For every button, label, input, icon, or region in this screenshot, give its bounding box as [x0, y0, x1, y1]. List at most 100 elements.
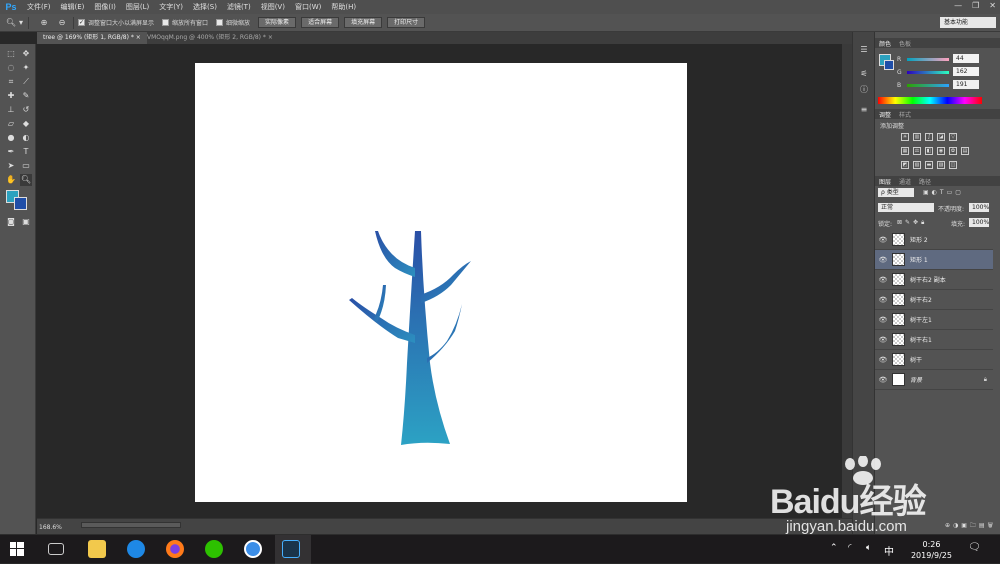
fit-screen-button[interactable]: 适合屏幕 — [301, 17, 340, 28]
zoom-out-icon[interactable]: ⊖ — [55, 17, 69, 29]
layer-row[interactable]: 👁︎ 树干右1 — [875, 330, 993, 350]
brush-icon[interactable]: ✎ — [20, 90, 32, 102]
wifi-icon[interactable]: ◜ — [848, 543, 852, 553]
layer-row-selected[interactable]: 👁︎ 矩形 1 — [875, 250, 993, 270]
lasso-icon[interactable]: ◌ — [5, 62, 17, 74]
layer-row[interactable]: 👁︎ 树干 — [875, 350, 993, 370]
menu-image[interactable]: 图像(I) — [89, 2, 121, 12]
b-slider[interactable] — [907, 84, 949, 87]
tab-paths[interactable]: 路径 — [915, 177, 935, 186]
invert-icon[interactable]: ◩ — [901, 161, 909, 169]
task-view-icon[interactable] — [48, 543, 64, 555]
tab-color[interactable]: 颜色 — [875, 39, 895, 48]
menu-file[interactable]: 文件(F) — [22, 2, 56, 12]
path-select-icon[interactable]: ➤ — [5, 160, 17, 172]
info-icon[interactable]: ⓘ — [858, 84, 870, 96]
minimize-icon[interactable]: — — [954, 1, 962, 10]
chevron-up-icon[interactable]: ⌃ — [830, 543, 838, 553]
healing-brush-icon[interactable]: ✚ — [5, 90, 17, 102]
menu-view[interactable]: 视图(V) — [256, 2, 290, 12]
selective-color-icon[interactable]: ◫ — [949, 161, 957, 169]
layer-row[interactable]: 👁︎ 树干左1 — [875, 310, 993, 330]
layer-filter-select[interactable]: ρ 类型 — [878, 188, 914, 197]
layer-row[interactable]: 👁︎ 树干右2 — [875, 290, 993, 310]
paint-bucket-icon[interactable]: ◆ — [20, 118, 32, 130]
wechat-icon[interactable] — [205, 540, 223, 558]
magic-wand-icon[interactable]: ✦ — [20, 62, 32, 74]
print-size-button[interactable]: 打印尺寸 — [387, 17, 426, 28]
eye-icon[interactable]: 👁︎ — [877, 276, 889, 284]
menu-layer[interactable]: 图层(L) — [121, 2, 154, 12]
notification-icon[interactable]: 🗨︎ — [968, 542, 981, 553]
zoom-icon[interactable]: 🔍︎ — [20, 174, 32, 186]
speaker-icon[interactable]: 🔈︎ — [866, 543, 871, 553]
r-slider[interactable] — [907, 58, 949, 61]
r-value-field[interactable]: 44 — [953, 54, 979, 63]
menu-select[interactable]: 选择(S) — [188, 2, 222, 12]
color-spectrum-bar[interactable] — [878, 97, 982, 104]
bg-color-chip[interactable] — [884, 60, 894, 70]
layer-footer-icons[interactable]: ⊕◑▣🗀▤🗑 — [945, 521, 996, 531]
eye-icon[interactable]: 👁︎ — [877, 236, 889, 244]
eye-icon[interactable]: 👁︎ — [877, 336, 889, 344]
actual-pixels-button[interactable]: 实际像素 — [258, 17, 297, 28]
close-icon[interactable]: × — [268, 34, 273, 41]
curves-icon[interactable]: ∫ — [925, 133, 933, 141]
blur-icon[interactable]: ● — [5, 132, 17, 144]
history-brush-icon[interactable]: ↺ — [20, 104, 32, 116]
vertical-scrollbar[interactable] — [842, 44, 852, 518]
eye-icon[interactable]: 👁︎ — [877, 356, 889, 364]
eye-icon[interactable]: 👁︎ — [877, 296, 889, 304]
channel-mixer-icon[interactable]: ✿ — [949, 147, 957, 155]
tab-channels[interactable]: 通道 — [895, 177, 915, 186]
maximize-icon[interactable]: ❐ — [972, 1, 979, 10]
brightness-icon[interactable]: ☀ — [901, 133, 909, 141]
layer-row[interactable]: 👁︎ 矩形 2 — [875, 230, 993, 250]
eyedropper-icon[interactable]: ⟋ — [20, 76, 32, 88]
pen-icon[interactable]: ✒ — [5, 146, 17, 158]
screen-mode-icon[interactable]: ▣ — [20, 216, 32, 228]
move-icon[interactable]: ✥ — [20, 48, 32, 60]
eye-icon[interactable]: 👁︎ — [877, 376, 889, 384]
g-slider[interactable] — [907, 71, 949, 74]
eye-icon[interactable]: 👁︎ — [877, 316, 889, 324]
crop-icon[interactable]: ⌗ — [5, 76, 17, 88]
color-lookup-icon[interactable]: ▤ — [961, 147, 969, 155]
properties-icon[interactable]: ⚟ — [858, 68, 870, 80]
document-canvas[interactable] — [195, 63, 687, 502]
file-explorer-icon[interactable] — [88, 540, 106, 558]
opacity-field[interactable]: 100% — [969, 203, 989, 212]
eye-icon[interactable]: 👁︎ — [877, 256, 889, 264]
quick-mask-icon[interactable]: ◙ — [5, 216, 17, 228]
zoom-all-checkbox[interactable]: 缩放所有窗口 — [162, 18, 208, 27]
close-icon[interactable]: ✕ — [989, 1, 996, 10]
tab-layers[interactable]: 图层 — [875, 177, 895, 186]
black-white-icon[interactable]: ◧ — [925, 147, 933, 155]
photo-filter-icon[interactable]: ◉ — [937, 147, 945, 155]
b-value-field[interactable]: 191 — [953, 80, 979, 89]
horizontal-scrollbar[interactable] — [81, 522, 181, 528]
background-color-swatch[interactable] — [14, 197, 27, 210]
g-value-field[interactable]: 162 — [953, 67, 979, 76]
history-icon[interactable]: ☰ — [858, 44, 870, 56]
layer-row[interactable]: 👁︎ 树干右2 副本 — [875, 270, 993, 290]
menu-window[interactable]: 窗口(W) — [290, 2, 326, 12]
eraser-icon[interactable]: ▱ — [5, 118, 17, 130]
scrubby-zoom-checkbox[interactable]: 细微缩放 — [216, 18, 250, 27]
zoom-level[interactable]: 168.6% — [39, 524, 62, 531]
fill-field[interactable]: 100% — [969, 218, 989, 227]
zoom-tool-icon[interactable]: 🔍︎ — [4, 17, 18, 29]
threshold-icon[interactable]: ▬ — [925, 161, 933, 169]
marquee-icon[interactable]: ⬚ — [5, 48, 17, 60]
edge-browser-icon[interactable] — [127, 540, 145, 558]
vibrance-icon[interactable]: ▽ — [949, 133, 957, 141]
chevron-down-icon[interactable]: ▾ — [18, 17, 24, 29]
resize-window-checkbox[interactable]: ✓ 调整窗口大小以满屏显示 — [78, 18, 154, 27]
menu-filter[interactable]: 滤镜(T) — [222, 2, 256, 12]
adjust-sliders-icon[interactable]: ≡ — [858, 104, 870, 116]
color-balance-icon[interactable]: ⚖ — [913, 147, 921, 155]
windows-start-icon[interactable] — [10, 542, 24, 556]
tab-tree[interactable]: tree @ 169% (矩形 1, RGB/8) * × — [37, 32, 147, 44]
firefox-icon[interactable] — [166, 540, 184, 558]
menu-edit[interactable]: 编辑(E) — [56, 2, 90, 12]
